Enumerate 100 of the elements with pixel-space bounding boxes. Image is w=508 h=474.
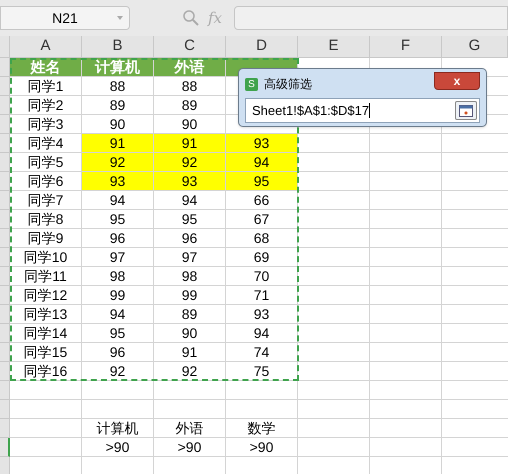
column-header[interactable]: A bbox=[40, 35, 50, 58]
table-cell-text: 94 bbox=[108, 305, 126, 323]
table-cell-text: 同学7 bbox=[26, 191, 64, 209]
table-cell-text: 同学11 bbox=[23, 267, 68, 285]
row-header[interactable] bbox=[0, 324, 10, 343]
row-header[interactable] bbox=[0, 343, 10, 362]
row-header[interactable] bbox=[0, 191, 10, 210]
table-cell-text: 75 bbox=[252, 362, 270, 380]
row-header[interactable] bbox=[0, 58, 10, 77]
column-header[interactable]: G bbox=[468, 35, 480, 58]
table-cell-text: 同学8 bbox=[26, 210, 64, 228]
row-header[interactable] bbox=[0, 96, 10, 115]
dropdown-icon[interactable] bbox=[117, 16, 123, 20]
table-cell-text: 90 bbox=[108, 115, 126, 133]
table-cell-text: 69 bbox=[252, 248, 270, 266]
column-header[interactable]: C bbox=[184, 35, 195, 58]
table-cell-text: 88 bbox=[108, 77, 126, 95]
table-cell-text: 同学16 bbox=[22, 362, 68, 380]
table-cell-text: 同学10 bbox=[22, 248, 68, 266]
row-header[interactable] bbox=[0, 134, 10, 153]
table-cell-text: 89 bbox=[180, 96, 198, 114]
row-header[interactable] bbox=[0, 210, 10, 229]
table-cell: 93 bbox=[226, 134, 297, 152]
table-cell-text: 98 bbox=[180, 267, 198, 285]
column-header[interactable]: E bbox=[328, 35, 338, 58]
table-cell-text: 同学12 bbox=[22, 286, 68, 304]
app-icon: S bbox=[245, 78, 258, 90]
table-cell-text: 同学1 bbox=[26, 77, 64, 95]
table-cell-text: 97 bbox=[180, 248, 198, 266]
zoom-icon[interactable] bbox=[182, 9, 200, 27]
table-cell-text: 94 bbox=[108, 191, 126, 209]
table-cell-text: 98 bbox=[108, 267, 126, 285]
table-cell-text: 同学4 bbox=[26, 134, 64, 152]
column-header[interactable]: D bbox=[256, 35, 267, 58]
table-cell-text: 同学14 bbox=[22, 324, 68, 342]
table-cell-text: 71 bbox=[252, 286, 270, 304]
table-cell-text: 70 bbox=[252, 267, 270, 285]
table-cell-text: 88 bbox=[180, 77, 198, 95]
table-cell-text: 94 bbox=[180, 191, 198, 209]
table-cell-text: >90 bbox=[104, 438, 130, 456]
table-cell-text: 99 bbox=[108, 286, 126, 304]
table-cell-text: 96 bbox=[108, 229, 126, 247]
column-header[interactable]: F bbox=[400, 35, 410, 58]
row-header[interactable] bbox=[0, 77, 10, 96]
row-header[interactable] bbox=[0, 438, 10, 457]
table-cell-text: 90 bbox=[180, 115, 198, 133]
table-cell-text: 95 bbox=[108, 210, 126, 228]
table-cell-text: 99 bbox=[180, 286, 198, 304]
table-cell-text: 96 bbox=[108, 343, 126, 361]
range-field[interactable]: Sheet1!$A$1:$D$17 bbox=[245, 98, 480, 123]
table-cell: 92 bbox=[154, 153, 225, 171]
table-cell-text: 同学9 bbox=[26, 229, 64, 247]
row-header[interactable] bbox=[0, 400, 10, 419]
header-cell: 外语 bbox=[154, 58, 225, 76]
table-cell-text: 同学3 bbox=[26, 115, 64, 133]
table-cell-text: 同学6 bbox=[26, 172, 64, 190]
row-header[interactable] bbox=[0, 362, 10, 381]
table-cell-text: 89 bbox=[108, 96, 126, 114]
column-header[interactable]: B bbox=[112, 35, 122, 58]
row-header[interactable] bbox=[0, 229, 10, 248]
row-header[interactable] bbox=[0, 457, 10, 474]
name-box[interactable]: N21 bbox=[0, 6, 130, 30]
table-cell-text: 96 bbox=[180, 229, 198, 247]
table-cell-text: 95 bbox=[180, 210, 198, 228]
header-cell: 姓名 bbox=[10, 58, 81, 76]
table-cell-text: 95 bbox=[108, 324, 126, 342]
table-cell-text: 91 bbox=[180, 343, 198, 361]
row-header[interactable] bbox=[0, 115, 10, 134]
row-header[interactable] bbox=[0, 381, 10, 400]
table-cell: 92 bbox=[82, 153, 153, 171]
table-cell-text: 94 bbox=[252, 324, 270, 342]
formula-bar[interactable] bbox=[234, 6, 508, 30]
close-button[interactable]: x bbox=[434, 72, 480, 90]
table-cell-text: 93 bbox=[252, 305, 270, 323]
table-cell-text: 66 bbox=[252, 191, 270, 209]
table-cell-text: 外语 bbox=[174, 419, 204, 437]
table-cell-text: 92 bbox=[180, 362, 198, 380]
table-cell-text: >90 bbox=[248, 438, 274, 456]
table-cell: 94 bbox=[226, 153, 297, 171]
row-header[interactable] bbox=[0, 305, 10, 324]
dialog-title: 高级筛选 bbox=[264, 76, 312, 93]
table-cell: 93 bbox=[82, 172, 153, 190]
table-cell-text: 68 bbox=[252, 229, 270, 247]
row-header[interactable] bbox=[0, 419, 10, 438]
table-cell: 95 bbox=[226, 172, 297, 190]
table-cell-text: 92 bbox=[108, 362, 126, 380]
window-icon bbox=[459, 104, 473, 116]
header-cell: 计算机 bbox=[82, 58, 153, 76]
table-cell-text: 同学13 bbox=[22, 305, 68, 323]
row-header[interactable] bbox=[0, 172, 10, 191]
table-cell: 93 bbox=[154, 172, 225, 190]
row-header[interactable] bbox=[0, 248, 10, 267]
table-cell-text: 74 bbox=[252, 343, 270, 361]
table-cell-text: 同学5 bbox=[26, 153, 64, 171]
table-cell: 91 bbox=[154, 134, 225, 152]
table-cell-text: 90 bbox=[180, 324, 198, 342]
row-header[interactable] bbox=[0, 286, 10, 305]
collapse-button[interactable] bbox=[455, 101, 477, 120]
row-header[interactable] bbox=[0, 153, 10, 172]
row-header[interactable] bbox=[0, 267, 10, 286]
